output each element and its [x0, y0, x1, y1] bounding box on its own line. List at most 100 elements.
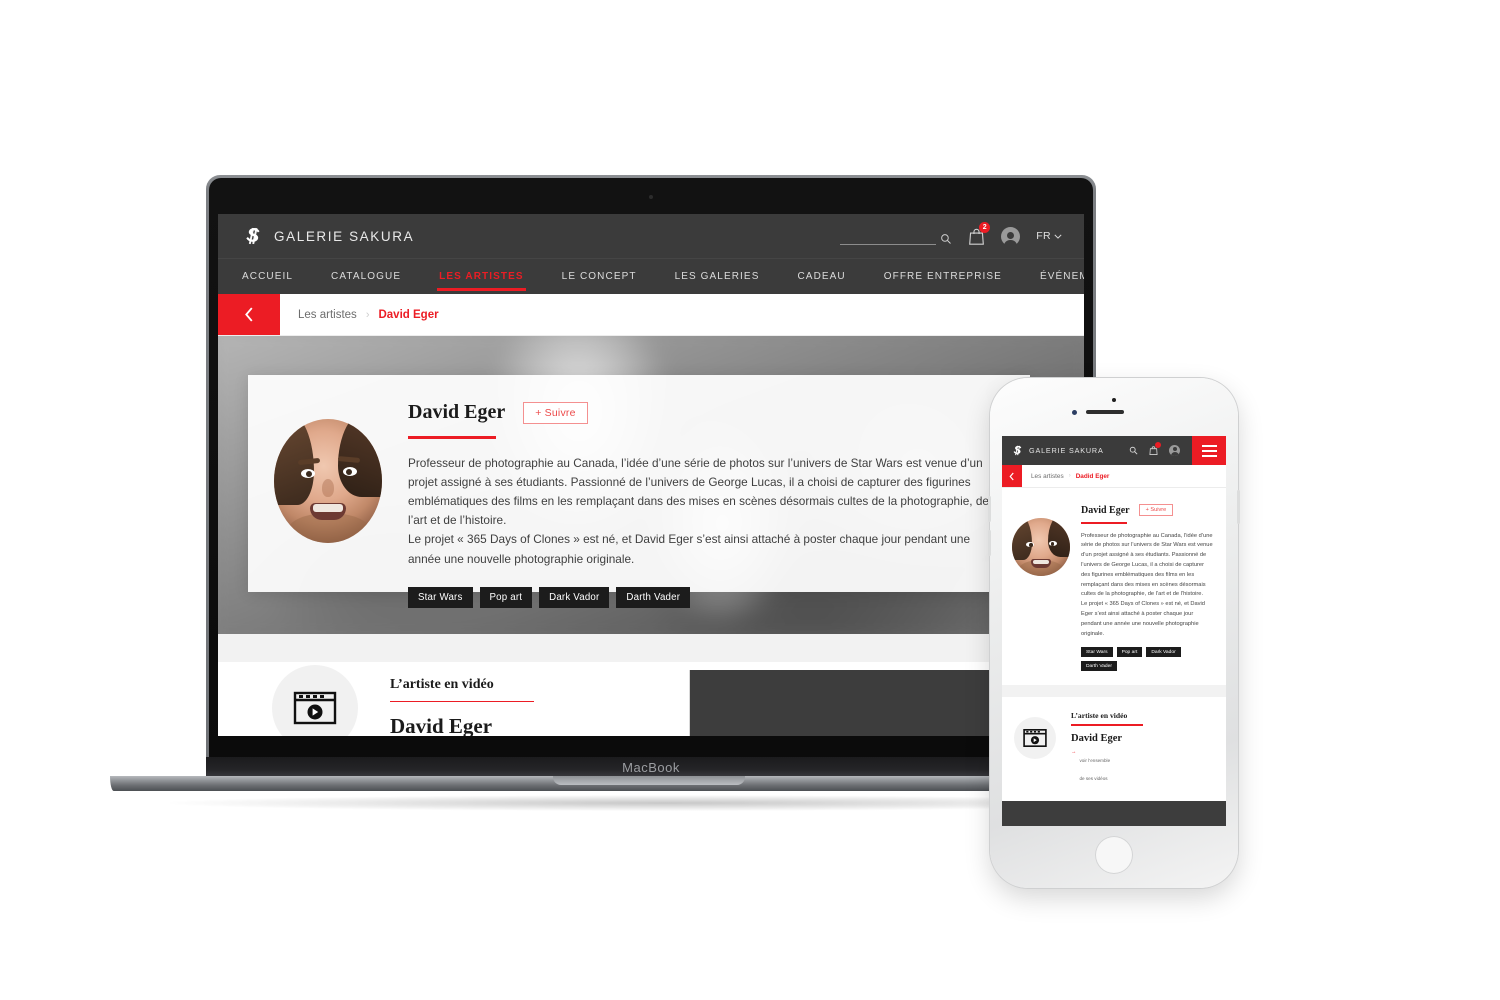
mobile-brand-logo[interactable]: GALERIE SAKURA	[1011, 444, 1104, 457]
avatar-body	[1170, 452, 1179, 456]
search-input[interactable]	[840, 227, 937, 245]
artist-name-row: David Eger + Suivre	[408, 401, 1000, 424]
mobile-artist-details: David Eger + Suivre Professeur de photog…	[1081, 504, 1214, 672]
video-artist-name: David Eger	[390, 714, 493, 736]
avatar-body	[1004, 239, 1018, 246]
mobile-account-button[interactable]	[1169, 445, 1180, 456]
nav-item-accueil[interactable]: ACCUEIL	[242, 271, 312, 282]
nav-item-offre-entreprise[interactable]: OFFRE ENTREPRISE	[865, 271, 1021, 282]
tag-pop-art[interactable]: Pop art	[1116, 647, 1143, 658]
nav-item-cadeau[interactable]: CADEAU	[778, 271, 864, 282]
mobile-video-kicker: L’artiste en vidéo	[1071, 711, 1128, 721]
mobile-artist-name-row: David Eger + Suivre	[1081, 504, 1214, 516]
accent-rule	[408, 436, 496, 439]
mobile-cart-badge	[1155, 442, 1161, 448]
nav-item-le-concept[interactable]: LE CONCEPT	[543, 271, 656, 282]
mobile-header-actions	[1129, 442, 1190, 456]
portrait-pupil-left	[1029, 543, 1033, 547]
back-button[interactable]	[218, 294, 280, 335]
hamburger-menu-button[interactable]	[1192, 436, 1226, 465]
breadcrumb: Les artistes › David Eger	[280, 294, 439, 335]
portrait-hair-right	[1048, 518, 1070, 557]
home-button[interactable]	[1095, 836, 1133, 874]
mobile-back-button[interactable]	[1002, 465, 1022, 487]
mobile-breadcrumb-separator: ›	[1068, 473, 1071, 479]
video-texts: L’artiste en vidéo David Eger	[390, 677, 534, 736]
laptop-lid-notch	[553, 776, 745, 785]
portrait-pupil-left	[306, 471, 312, 477]
artist-details: David Eger + Suivre Professeur de photog…	[408, 401, 1000, 608]
webcam-dot-icon	[649, 195, 653, 199]
link-line-2: de ses vidéos	[1079, 775, 1108, 781]
tag-darth-vader[interactable]: Darth Vader	[1081, 661, 1118, 672]
portrait-hair-left	[1012, 518, 1032, 560]
artist-tags: Star Wars Pop art Dark Vador Darth Vader	[408, 586, 1000, 608]
mobile-section-divider	[1002, 685, 1226, 698]
tag-dark-vador[interactable]: Dark Vador	[539, 586, 610, 608]
video-section-kicker: L’artiste en vidéo	[390, 676, 494, 692]
proximity-sensor-icon	[1112, 398, 1116, 402]
tag-pop-art[interactable]: Pop art	[479, 586, 533, 608]
mobile-breadcrumb-bar: Les artistes › Dadid Eger	[1002, 465, 1226, 488]
laptop-model-label: MacBook	[622, 760, 680, 775]
mobile-all-videos-link[interactable]: → voir l’ensemble de ses vidéos	[1071, 749, 1143, 785]
header-actions: 2 FR	[840, 221, 1062, 246]
website-desktop: GALERIE SAKURA 2 FR ACCUEIL CATALOGUE LE…	[218, 214, 1084, 736]
mobile-video-icon-badge	[1014, 717, 1056, 760]
link-line-1: voir l’ensemble	[1079, 757, 1111, 763]
tag-dark-vador[interactable]: Dark Vador	[1146, 647, 1181, 658]
tag-star-wars[interactable]: Star Wars	[1081, 647, 1113, 658]
portrait-nose	[322, 479, 334, 497]
breadcrumb-parent[interactable]: Les artistes	[298, 309, 357, 321]
mobile-brand-name: GALERIE SAKURA	[1029, 446, 1104, 455]
volume-down-button[interactable]	[988, 530, 991, 556]
nav-item-les-artistes[interactable]: LES ARTISTES	[420, 271, 543, 291]
language-selector[interactable]: FR	[1036, 230, 1062, 242]
nav-item-les-galeries[interactable]: LES GALERIES	[656, 271, 779, 282]
mobile-breadcrumb-parent[interactable]: Les artistes	[1031, 473, 1064, 480]
power-button[interactable]	[1237, 490, 1240, 524]
mobile-bio-paragraph-1: Professeur de photographie au Canada, l’…	[1081, 532, 1213, 598]
cart-button[interactable]: 2	[968, 221, 991, 246]
laptop-screen: GALERIE SAKURA 2 FR ACCUEIL CATALOGUE LE…	[218, 214, 1084, 736]
tag-darth-vader[interactable]: Darth Vader	[616, 586, 691, 608]
avatar-head	[1172, 447, 1177, 451]
artist-hero: David Eger + Suivre Professeur de photog…	[218, 336, 1084, 634]
chevron-left-icon	[244, 307, 252, 322]
search-icon[interactable]	[940, 233, 952, 245]
mobile-cart-button[interactable]	[1149, 442, 1161, 456]
section-divider	[218, 634, 1084, 662]
account-button[interactable]	[1001, 226, 1021, 246]
follow-button[interactable]: + Suivre	[523, 401, 588, 424]
mobile-video-accent-rule	[1071, 724, 1143, 726]
volume-up-button[interactable]	[988, 496, 991, 522]
front-camera-icon	[1072, 410, 1077, 415]
iphone-device: GALERIE SAKURA Les artistes › Dadid Eger…	[988, 378, 1240, 888]
phone-screen: GALERIE SAKURA Les artistes › Dadid Eger…	[1002, 436, 1226, 826]
burger-line-2	[1201, 449, 1217, 452]
tag-star-wars[interactable]: Star Wars	[408, 586, 473, 608]
mobile-video-thumbnail[interactable]	[1002, 800, 1226, 826]
mobile-header: GALERIE SAKURA	[1002, 436, 1226, 465]
burger-line-1	[1201, 444, 1217, 447]
mobile-breadcrumb: Les artistes › Dadid Eger	[1022, 465, 1109, 487]
nav-item-evenements[interactable]: ÉVÉNEMENTS	[1021, 271, 1084, 282]
mobile-artist-tags: Star Wars Pop art Dark Vador Darth Vader	[1081, 647, 1199, 672]
laptop-bezel: GALERIE SAKURA 2 FR ACCUEIL CATALOGUE LE…	[209, 178, 1093, 760]
language-label: FR	[1036, 230, 1051, 242]
sakura-s-monogram-icon	[1013, 445, 1022, 456]
mobile-video-section: L’artiste en vidéo David Eger → voir l’e…	[1002, 697, 1226, 797]
mobile-video-artist-name: David Eger	[1071, 732, 1123, 744]
search-icon[interactable]	[1129, 446, 1138, 455]
video-section: L’artiste en vidéo David Eger	[218, 662, 1084, 736]
brand-logo[interactable]: GALERIE SAKURA	[242, 225, 414, 247]
artist-name: David Eger	[408, 401, 506, 423]
chevron-left-icon	[1009, 472, 1014, 480]
portrait-teeth	[1033, 559, 1049, 564]
nav-item-catalogue[interactable]: CATALOGUE	[312, 271, 420, 282]
mobile-follow-button[interactable]: + Suivre	[1138, 504, 1174, 516]
artist-bio: Professeur de photographie au Canada, l’…	[408, 454, 1000, 569]
search-box[interactable]	[840, 227, 952, 245]
arrow-right-icon: →	[1071, 748, 1077, 755]
earpiece-speaker-icon	[1086, 410, 1124, 414]
